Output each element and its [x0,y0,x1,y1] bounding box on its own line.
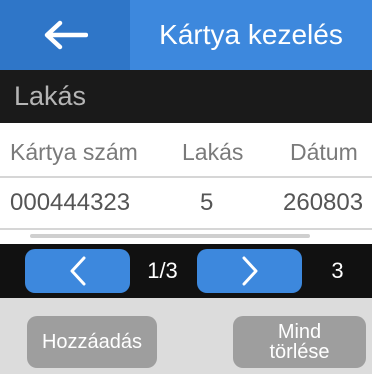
cell-card-number: 000444323 [10,189,131,216]
prev-page-button[interactable] [25,249,130,293]
clear-all-button[interactable]: Mind törlése [233,316,366,368]
chevron-left-icon [70,256,85,286]
back-button[interactable] [0,0,130,70]
column-header-card-number: Kártya szám [10,138,138,165]
clear-all-label-line1: Mind [277,321,322,343]
column-header-apartment: Lakás [182,138,244,165]
page-title: Kártya kezelés [159,19,343,50]
cell-date: 260803 [283,189,364,216]
total-count: 3 [331,258,344,283]
page-indicator: 1/3 [147,258,178,283]
chevron-right-icon [242,256,257,286]
horizontal-scrollbar[interactable] [30,234,310,238]
next-page-button[interactable] [197,249,302,293]
add-button[interactable]: Hozzáadás [27,316,157,368]
section-title: Lakás [0,70,372,123]
column-header-date: Dátum [290,138,358,165]
clear-all-label-line2: törlése [269,341,330,363]
arrow-left-icon [44,20,88,50]
row-divider [0,228,372,230]
cell-apartment: 5 [200,189,214,216]
